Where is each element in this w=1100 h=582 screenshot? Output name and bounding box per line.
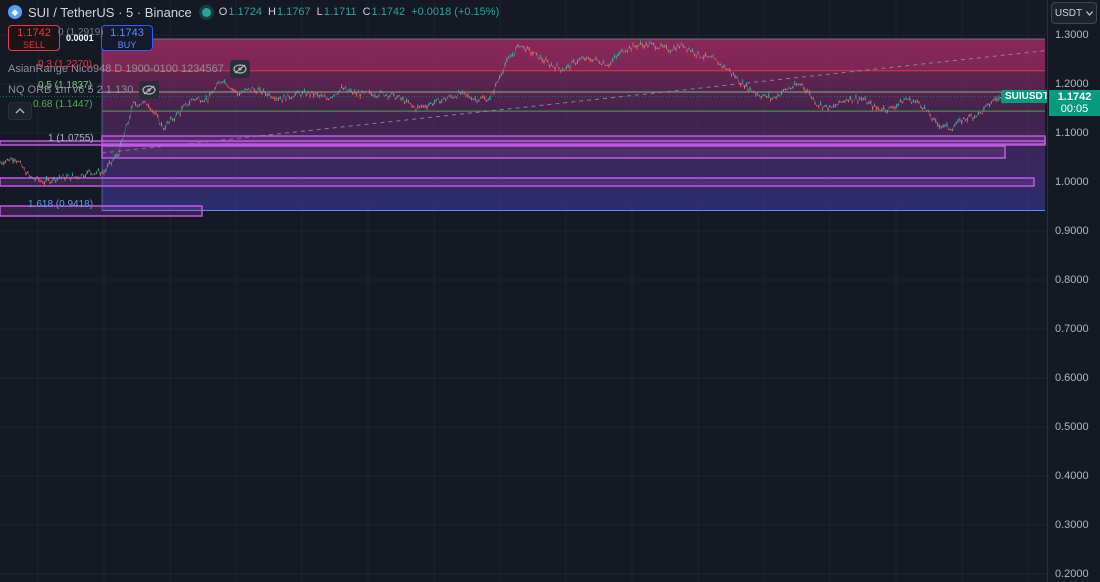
- ohlc-open-key: O: [218, 6, 228, 18]
- currency-selector[interactable]: USDT: [1051, 2, 1097, 24]
- price-tick-label: 0.6000: [1055, 372, 1089, 384]
- bar-countdown: 00:05: [1060, 103, 1089, 115]
- buy-label: BUY: [117, 40, 137, 50]
- ohlc-open: 1.1724: [228, 6, 262, 18]
- ohlc-high: 1.1767: [276, 6, 311, 18]
- range-box: [0, 177, 1035, 187]
- price-axis[interactable]: USDT 1.3000 1.2000 1.1000 1.0000 0.9000 0.800…: [1047, 0, 1100, 582]
- chevron-up-icon: [15, 108, 25, 114]
- price-tick-label: 0.9000: [1055, 225, 1089, 237]
- symbol-title[interactable]: SUI / TetherUS · 5 · Binance: [28, 5, 192, 20]
- last-price: 1.1742: [1057, 91, 1092, 103]
- price-tick-label: 0.8000: [1055, 274, 1089, 286]
- hide-eye-icon[interactable]: [229, 60, 250, 78]
- sui-logo-icon: ◆: [8, 5, 22, 19]
- sell-button[interactable]: 1.1742 SELL: [8, 25, 60, 51]
- buy-price: 1.1743: [110, 27, 144, 39]
- fib-level-label: 0.5 (1.1837): [38, 79, 92, 91]
- fib-level-label: 1 (1.0755): [48, 133, 94, 144]
- sell-label: SELL: [22, 40, 46, 50]
- price-tick-label: 0.5000: [1055, 421, 1089, 433]
- price-tick-label: 1.1000: [1055, 127, 1089, 139]
- price-tick-label: 0.3000: [1055, 519, 1089, 531]
- ohlc-close-key: C: [362, 6, 371, 18]
- ohlc-low: 1.1711: [323, 6, 357, 18]
- market-open-icon: [201, 7, 211, 17]
- price-tick-label: 0.7000: [1055, 323, 1089, 335]
- fib-level-label: 0 (1.2919): [58, 26, 104, 38]
- ohlc-high-key: H: [268, 6, 276, 18]
- price-tick-label: 0.2000: [1055, 568, 1089, 580]
- range-box: [0, 140, 1046, 146]
- ohlc-low-key: L: [316, 6, 323, 18]
- symbol-badge: SUIUSDT: [1001, 90, 1047, 103]
- sell-price: 1.1742: [17, 27, 51, 39]
- last-price-tag: 1.1742 00:05: [1049, 90, 1100, 116]
- ohlc-change: +0.0018 (+0.15%): [411, 6, 500, 18]
- price-tick-label: 1.0000: [1055, 176, 1089, 188]
- range-box: [101, 145, 1006, 159]
- currency-label: USDT: [1054, 7, 1083, 19]
- price-tick-label: 1.3000: [1055, 29, 1089, 41]
- ohlc-close: 1.1742: [371, 6, 406, 18]
- fib-level-label: 0.3 (1.2270): [38, 58, 92, 70]
- chevron-down-icon: [1086, 10, 1094, 16]
- price-tick-label: 1.2000: [1055, 78, 1089, 90]
- hide-eye-icon[interactable]: [139, 81, 160, 99]
- buy-button[interactable]: 1.1743 BUY: [101, 25, 153, 51]
- price-tick-label: 0.4000: [1055, 470, 1089, 482]
- collapse-indicators-button[interactable]: [8, 102, 32, 120]
- chart-area[interactable]: ◆ SUI / TetherUS · 5 · Binance O 1.1724 …: [0, 0, 1047, 582]
- chart-header: ◆ SUI / TetherUS · 5 · Binance O 1.1724 …: [0, 0, 505, 24]
- fib-level-label: 1.618 (0.9418): [28, 198, 94, 210]
- fib-level-label: 0.68 (1.1447): [33, 99, 93, 111]
